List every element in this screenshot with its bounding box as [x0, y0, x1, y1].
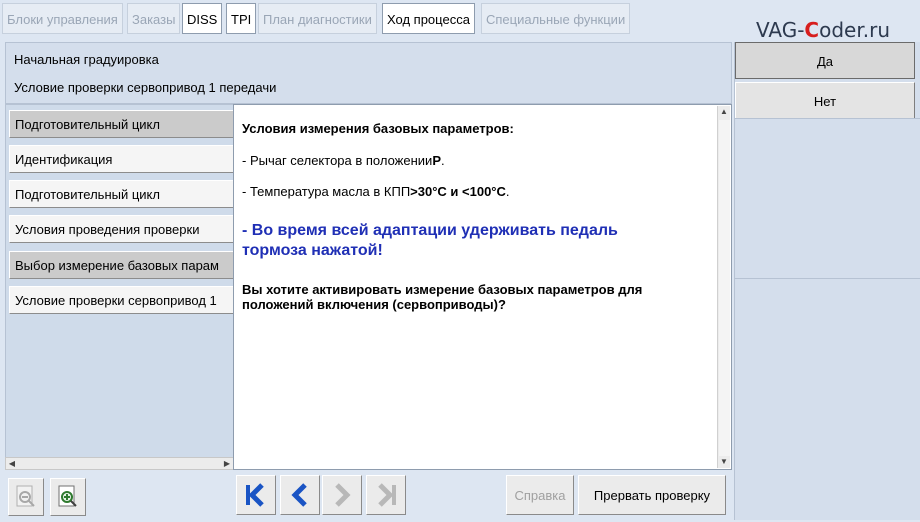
tab-special-functions[interactable]: Специальные функции — [481, 3, 631, 34]
brake-warning: - Во время всей адаптации удерживать пед… — [242, 222, 618, 259]
procedure-title: Начальная градуировка — [14, 52, 159, 67]
scroll-right-icon[interactable]: ▶ — [221, 458, 233, 469]
scroll-up-icon[interactable]: ▲ — [718, 106, 730, 117]
activation-question: Вы хотите активировать измерение базовых… — [242, 282, 643, 312]
instructions-panel: Условия измерения базовых параметров: - … — [233, 104, 732, 470]
tab-bar: Блоки управления Заказы DISS TPI План ди… — [0, 0, 920, 42]
skip-to-start-icon — [246, 483, 264, 507]
divider — [735, 118, 920, 119]
tab-diagnostic-plan[interactable]: План диагностики — [258, 3, 377, 34]
help-button[interactable]: Справка — [506, 475, 574, 515]
tab-orders[interactable]: Заказы — [127, 3, 181, 34]
scroll-down-icon[interactable]: ▼ — [718, 456, 730, 467]
step-item[interactable]: Условия проведения проверки — [9, 215, 233, 243]
condition-temperature: - Температура масла в КПП>30°C и <100°C. — [242, 184, 510, 199]
no-button[interactable]: Нет — [735, 82, 915, 119]
step-item[interactable]: Подготовительный цикл — [9, 180, 233, 208]
zoom-out-button[interactable] — [8, 478, 44, 516]
next-step-button[interactable] — [322, 475, 362, 515]
step-item[interactable]: Подготовительный цикл — [9, 110, 233, 138]
chevron-left-icon — [291, 483, 307, 507]
watermark-logo: VAG-Coder.ru — [755, 18, 890, 42]
conditions-heading: Условия измерения базовых параметров: — [242, 121, 514, 136]
steps-horizontal-scrollbar[interactable]: ◀ ▶ — [5, 457, 234, 470]
chevron-right-icon — [335, 483, 351, 507]
yes-button[interactable]: Да — [735, 42, 915, 79]
step-item-current[interactable]: Условие проверки сервопривод 1 — [9, 286, 233, 314]
step-item[interactable]: Выбор измерение базовых парам — [9, 251, 233, 279]
divider — [735, 278, 920, 279]
steps-list: Подготовительный цикл Идентификация Подг… — [5, 104, 234, 470]
tab-control-units[interactable]: Блоки управления — [2, 3, 123, 34]
previous-step-button[interactable] — [280, 475, 320, 515]
zoom-in-icon — [58, 485, 77, 507]
skip-to-end-icon — [378, 483, 396, 507]
answer-panel: Да Нет — [734, 42, 920, 520]
tab-process[interactable]: Ход процесса — [382, 3, 475, 34]
abort-test-button[interactable]: Прервать проверку — [578, 475, 726, 515]
scroll-left-icon[interactable]: ◀ — [6, 458, 18, 469]
tab-diss[interactable]: DISS — [182, 3, 223, 34]
procedure-header: Начальная градуировка Условие проверки с… — [5, 42, 732, 104]
first-step-button[interactable] — [236, 475, 276, 515]
tab-tpi[interactable]: TPI — [226, 3, 257, 34]
step-item[interactable]: Идентификация — [9, 145, 233, 173]
zoom-in-button[interactable] — [50, 478, 86, 516]
zoom-out-icon — [16, 485, 35, 507]
procedure-subtitle: Условие проверки сервопривод 1 передачи — [14, 80, 277, 95]
scroll-thumb[interactable] — [719, 120, 730, 456]
last-step-button[interactable] — [366, 475, 406, 515]
condition-selector: - Рычаг селектора в положенииP. — [242, 153, 445, 168]
content-vertical-scrollbar[interactable]: ▲ ▼ — [717, 106, 730, 468]
